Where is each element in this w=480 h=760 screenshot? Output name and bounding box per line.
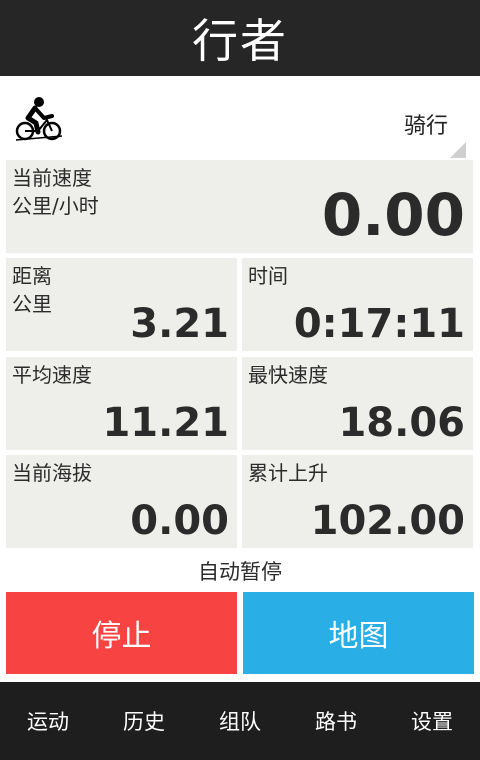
distance-value: 3.21	[130, 301, 229, 347]
ascent-value: 102.00	[310, 498, 465, 544]
max-speed-value: 18.06	[338, 400, 465, 446]
time-label: 时间	[248, 264, 288, 288]
sport-mode-selector[interactable]: 骑行	[356, 80, 466, 158]
nav-item-settings[interactable]: 设置	[384, 682, 480, 760]
distance-unit: 公里	[12, 292, 52, 316]
sport-mode-row: 骑行	[0, 76, 480, 160]
dropdown-corner-icon	[450, 142, 466, 158]
time-value: 0:17:11	[293, 301, 465, 347]
avg-speed-label: 平均速度	[12, 363, 92, 387]
altitude-label: 当前海拔	[12, 461, 92, 485]
app-title-bar: 行者	[0, 0, 480, 76]
current-speed-card: 当前速度 公里/小时 0.00	[6, 160, 473, 253]
current-speed-value: 0.00	[321, 181, 465, 249]
time-card: 时间 0:17:11	[242, 258, 473, 351]
stop-button[interactable]: 停止	[6, 592, 237, 674]
max-speed-card: 最快速度 18.06	[242, 357, 473, 450]
bottom-nav: 运动 历史 组队 路书 设置	[0, 682, 480, 760]
distance-card: 距离 公里 3.21	[6, 258, 237, 351]
altitude-value: 0.00	[130, 498, 229, 544]
ascent-label: 累计上升	[248, 461, 328, 485]
nav-item-history[interactable]: 历史	[96, 682, 192, 760]
avg-speed-card: 平均速度 11.21	[6, 357, 237, 450]
nav-item-routebook[interactable]: 路书	[288, 682, 384, 760]
map-button[interactable]: 地图	[243, 592, 474, 674]
nav-item-team[interactable]: 组队	[192, 682, 288, 760]
current-speed-label: 当前速度	[12, 166, 92, 190]
app-title: 行者	[192, 14, 288, 68]
current-speed-unit: 公里/小时	[12, 194, 99, 218]
ascent-card: 累计上升 102.00	[242, 455, 473, 548]
sport-mode-label: 骑行	[403, 114, 448, 139]
auto-pause-status: 自动暂停	[198, 560, 282, 584]
nav-item-sport[interactable]: 运动	[0, 682, 96, 760]
cycling-icon	[14, 96, 64, 142]
max-speed-label: 最快速度	[248, 363, 328, 387]
distance-label: 距离	[12, 264, 52, 288]
altitude-card: 当前海拔 0.00	[6, 455, 237, 548]
avg-speed-value: 11.21	[102, 400, 229, 446]
